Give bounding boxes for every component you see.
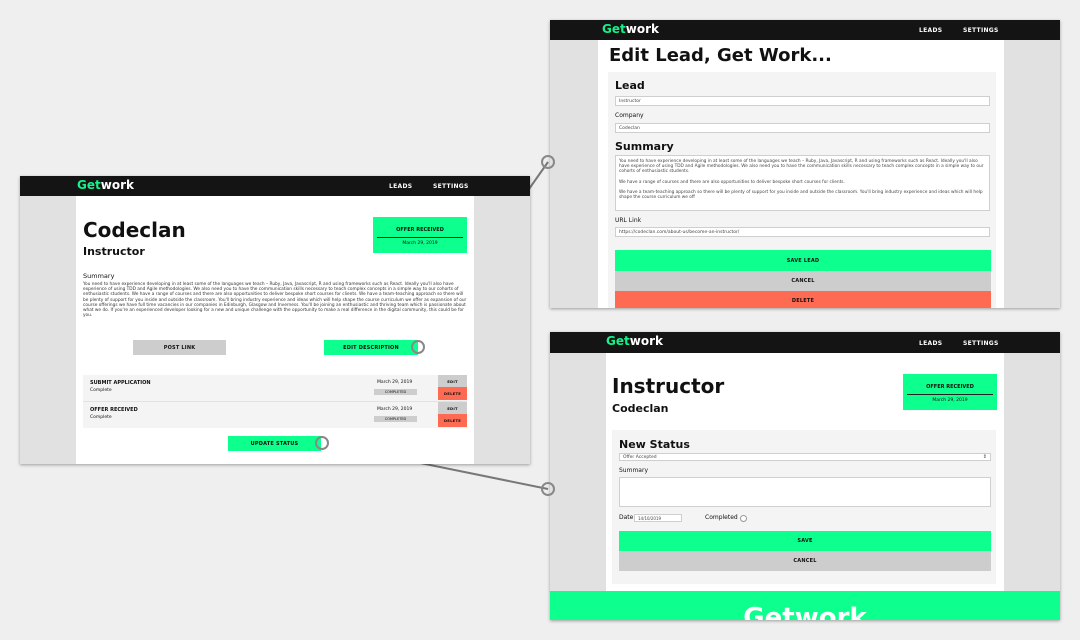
role-title: Instructor: [83, 245, 145, 258]
history-row-date: March 29, 2019: [377, 407, 413, 412]
footer-logo: Getwork: [743, 603, 867, 620]
top-nav: Getwork LEADS SETTINGS: [550, 20, 1060, 40]
hotspot-circle: [541, 155, 555, 169]
logo-work: work: [100, 178, 134, 192]
status-select-value: Offer Accepted: [623, 454, 657, 460]
history-row-date: March 29, 2019: [377, 380, 413, 385]
status-card-title: OFFER RECEIVED: [396, 227, 444, 233]
lead-detail-window: Getwork LEADS SETTINGS Codeclan Instruct…: [20, 176, 530, 464]
history-row-sub: Complete: [90, 415, 112, 420]
date-input[interactable]: 14/10/2019: [634, 514, 682, 522]
logo[interactable]: Getwork: [77, 178, 134, 192]
logo-get: Get: [602, 22, 626, 36]
history-row-title: SUBMIT APPLICATION: [90, 380, 151, 386]
history-delete-button[interactable]: DELETE: [438, 414, 467, 427]
nav-settings[interactable]: SETTINGS: [963, 27, 999, 34]
hotspot-circle: [315, 436, 329, 450]
top-nav: Getwork LEADS SETTINGS: [550, 332, 1060, 353]
footer-band: Getwork: [550, 591, 1060, 620]
nav-leads[interactable]: LEADS: [389, 183, 412, 190]
save-status-button[interactable]: SAVE: [619, 531, 991, 551]
status-select[interactable]: Offer Accepted ⇕: [619, 453, 991, 461]
summary-paragraph: You need to have experience developing i…: [619, 159, 984, 175]
cancel-status-button[interactable]: CANCEL: [619, 551, 991, 571]
summary-heading: Summary: [615, 140, 674, 153]
edit-lead-window: Getwork LEADS SETTINGS Edit Lead, Get Wo…: [550, 20, 1060, 308]
summary-label: Summary: [619, 467, 648, 474]
history-delete-button[interactable]: DELETE: [438, 387, 467, 400]
nav-settings[interactable]: SETTINGS: [433, 183, 469, 190]
new-status-window: Getwork LEADS SETTINGS Instructor Codecl…: [550, 332, 1060, 620]
history-row: OFFER RECEIVED Complete March 29, 2019 C…: [83, 402, 467, 428]
history-row-sub: Complete: [90, 388, 112, 393]
nav-leads[interactable]: LEADS: [919, 340, 942, 347]
company-title: Codeclan: [83, 218, 186, 242]
logo[interactable]: Getwork: [602, 22, 659, 36]
hotspot-circle: [541, 482, 555, 496]
logo[interactable]: Getwork: [606, 334, 663, 348]
logo-get: Get: [606, 334, 630, 348]
post-link-button[interactable]: POST LINK: [133, 340, 226, 355]
company-subtitle: Codeclan: [612, 402, 669, 415]
select-arrows-icon: ⇕: [982, 454, 987, 460]
summary-textarea[interactable]: You need to have experience developing i…: [615, 155, 990, 211]
summary-heading: Summary: [83, 272, 115, 280]
history-edit-button[interactable]: EDIT: [438, 402, 467, 414]
left-gutter: [20, 196, 76, 464]
history-list: SUBMIT APPLICATION Complete March 29, 20…: [83, 375, 467, 428]
history-edit-button[interactable]: EDIT: [438, 375, 467, 387]
company-input[interactable]: Codeclan: [615, 123, 990, 133]
summary-textarea[interactable]: [619, 477, 991, 507]
status-card-title: OFFER RECEIVED: [926, 384, 974, 390]
role-title: Instructor: [612, 374, 725, 398]
summary-text: You need to have experience developing i…: [83, 282, 467, 319]
nav-settings[interactable]: SETTINGS: [963, 340, 999, 347]
status-card-date: March 29, 2019: [402, 241, 438, 246]
history-row-title: OFFER RECEIVED: [90, 407, 138, 413]
company-label: Company: [615, 112, 644, 119]
update-status-button[interactable]: UPDATE STATUS: [228, 436, 321, 451]
history-row: SUBMIT APPLICATION Complete March 29, 20…: [83, 375, 467, 402]
new-status-heading: New Status: [619, 438, 690, 451]
completed-checkbox[interactable]: [740, 515, 747, 522]
left-gutter: [550, 353, 606, 620]
save-lead-button[interactable]: SAVE LEAD: [615, 250, 991, 271]
hotspot-circle: [411, 340, 425, 354]
nav-leads[interactable]: LEADS: [919, 27, 942, 34]
url-input[interactable]: https://codeclan.com/about-us/become-an-…: [615, 227, 990, 237]
url-label: URL Link: [615, 217, 642, 224]
logo-work: work: [625, 22, 659, 36]
completed-badge: COMPLETED: [374, 389, 417, 395]
completed-badge: COMPLETED: [374, 416, 417, 422]
right-gutter: [1004, 353, 1060, 620]
status-card-divider: [377, 237, 463, 238]
status-card-divider: [907, 394, 993, 395]
logo-get: Get: [77, 178, 101, 192]
status-card: OFFER RECEIVED March 29, 2019: [373, 217, 467, 253]
lead-heading: Lead: [615, 79, 645, 92]
left-gutter: [550, 40, 598, 308]
status-card: OFFER RECEIVED March 29, 2019: [903, 374, 997, 410]
cancel-button[interactable]: CANCEL: [615, 271, 991, 291]
completed-label: Completed: [705, 514, 738, 521]
edit-description-button[interactable]: EDIT DESCRIPTION: [324, 340, 418, 355]
status-card-date: March 29, 2019: [932, 398, 968, 403]
right-gutter: [1004, 40, 1060, 308]
top-nav: Getwork LEADS SETTINGS: [20, 176, 530, 196]
right-gutter: [474, 196, 530, 464]
summary-paragraph: We have a team-teaching approach so ther…: [619, 189, 983, 201]
edit-page-title: Edit Lead, Get Work...: [609, 45, 832, 66]
lead-input[interactable]: Instructor: [615, 96, 990, 106]
delete-button[interactable]: DELETE: [615, 291, 991, 308]
logo-work: work: [629, 334, 663, 348]
date-label: Date: [619, 514, 634, 521]
summary-paragraph: We have a range of courses and there are…: [619, 179, 845, 185]
